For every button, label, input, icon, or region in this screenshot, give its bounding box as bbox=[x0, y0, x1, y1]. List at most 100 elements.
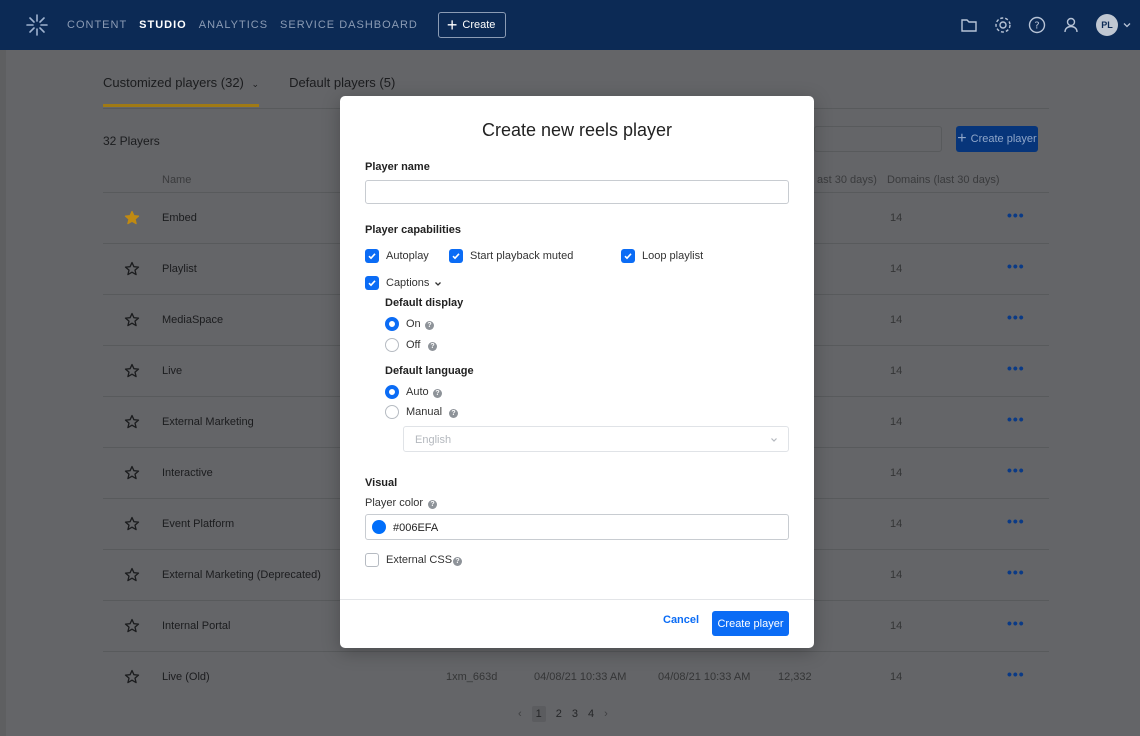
autoplay-checkbox[interactable] bbox=[365, 249, 379, 263]
help-icon[interactable]: ? bbox=[433, 389, 442, 398]
create-button[interactable]: + Create bbox=[437, 12, 507, 38]
column-header-domains[interactable]: Domains (last 30 days) bbox=[887, 174, 1000, 186]
more-actions-icon[interactable]: ••• bbox=[1007, 615, 1025, 631]
player-color-field[interactable]: #006EFA bbox=[365, 514, 789, 540]
create-player-label: Create player bbox=[970, 133, 1037, 145]
more-actions-icon[interactable]: ••• bbox=[1007, 411, 1025, 427]
players-count: 32 Players bbox=[103, 134, 160, 148]
player-name[interactable]: Playlist bbox=[162, 263, 197, 275]
visual-section-label: Visual bbox=[365, 477, 398, 489]
updated-date: 04/08/21 10:33 AM bbox=[658, 671, 751, 683]
player-name[interactable]: External Marketing (Deprecated) bbox=[162, 569, 321, 581]
domains-count: 14 bbox=[890, 569, 903, 581]
help-icon[interactable]: ? bbox=[1028, 16, 1046, 34]
external-css-checkbox[interactable] bbox=[365, 553, 379, 567]
more-actions-icon[interactable]: ••• bbox=[1007, 207, 1025, 223]
user-icon[interactable] bbox=[1062, 16, 1080, 34]
star-icon[interactable] bbox=[124, 465, 140, 481]
pagination-page-2[interactable]: 2 bbox=[556, 708, 562, 720]
star-icon[interactable] bbox=[124, 210, 140, 226]
pagination-page-4[interactable]: 4 bbox=[588, 708, 594, 720]
display-off-label[interactable]: Off bbox=[406, 339, 420, 351]
player-name[interactable]: Embed bbox=[162, 212, 197, 224]
language-manual-label[interactable]: Manual bbox=[406, 406, 442, 418]
more-actions-icon[interactable]: ••• bbox=[1007, 258, 1025, 274]
star-icon[interactable] bbox=[124, 516, 140, 532]
external-css-label[interactable]: External CSS bbox=[386, 554, 452, 566]
pagination-next[interactable]: › bbox=[604, 708, 608, 720]
gear-icon[interactable] bbox=[994, 16, 1012, 34]
player-name[interactable]: Live bbox=[162, 365, 182, 377]
star-icon[interactable] bbox=[124, 414, 140, 430]
player-name-input[interactable] bbox=[365, 180, 789, 204]
create-player-submit-button[interactable]: Create player bbox=[712, 611, 789, 636]
column-header-name[interactable]: Name bbox=[162, 174, 191, 186]
help-icon[interactable]: ? bbox=[453, 557, 462, 566]
player-name[interactable]: Event Platform bbox=[162, 518, 234, 530]
help-icon[interactable]: ? bbox=[449, 409, 458, 418]
display-off-radio[interactable] bbox=[385, 338, 399, 352]
nav-analytics[interactable]: ANALYTICS bbox=[199, 19, 268, 31]
create-player-button[interactable]: + Create player bbox=[956, 126, 1038, 152]
star-icon[interactable] bbox=[124, 261, 140, 277]
player-name[interactable]: External Marketing bbox=[162, 416, 254, 428]
star-icon[interactable] bbox=[124, 363, 140, 379]
plus-icon: + bbox=[957, 130, 967, 147]
star-icon[interactable] bbox=[124, 312, 140, 328]
help-icon[interactable]: ? bbox=[428, 342, 437, 351]
nav-studio[interactable]: STUDIO bbox=[139, 19, 187, 31]
player-name[interactable]: MediaSpace bbox=[162, 314, 223, 326]
check-icon bbox=[368, 253, 376, 260]
player-name[interactable]: Internal Portal bbox=[162, 620, 230, 632]
chevron-down-icon bbox=[771, 438, 777, 442]
chevron-down-icon[interactable] bbox=[434, 280, 442, 288]
folder-icon[interactable] bbox=[960, 16, 978, 34]
more-actions-icon[interactable]: ••• bbox=[1007, 513, 1025, 529]
more-actions-icon[interactable]: ••• bbox=[1007, 309, 1025, 325]
avatar[interactable]: PL bbox=[1096, 14, 1118, 36]
player-name[interactable]: Live (Old) bbox=[162, 671, 210, 683]
loop-playlist-checkbox[interactable] bbox=[621, 249, 635, 263]
more-actions-icon[interactable]: ••• bbox=[1007, 360, 1025, 376]
tab-customized-players[interactable]: Customized players (32) ⌄ bbox=[103, 75, 260, 107]
domains-count: 14 bbox=[890, 518, 903, 530]
star-icon[interactable] bbox=[124, 618, 140, 634]
help-icon[interactable]: ? bbox=[425, 321, 434, 330]
more-actions-icon[interactable]: ••• bbox=[1007, 564, 1025, 580]
pagination-page-1[interactable]: 1 bbox=[531, 706, 546, 722]
column-header-partial[interactable]: ast 30 days) bbox=[817, 174, 877, 186]
captions-label[interactable]: Captions bbox=[386, 277, 429, 289]
nav-content[interactable]: CONTENT bbox=[67, 19, 127, 31]
captions-checkbox[interactable] bbox=[365, 276, 379, 290]
cancel-button[interactable]: Cancel bbox=[663, 614, 699, 626]
loop-playlist-label[interactable]: Loop playlist bbox=[642, 250, 703, 262]
more-actions-icon[interactable]: ••• bbox=[1007, 666, 1025, 682]
star-icon[interactable] bbox=[124, 669, 140, 685]
language-auto-label[interactable]: Auto bbox=[406, 386, 429, 398]
kaltura-logo-icon[interactable] bbox=[25, 13, 49, 37]
star-icon[interactable] bbox=[124, 567, 140, 583]
player-color-value: #006EFA bbox=[393, 522, 439, 534]
pagination-prev[interactable]: ‹ bbox=[518, 708, 522, 720]
display-on-label[interactable]: On bbox=[406, 318, 421, 330]
start-muted-checkbox[interactable] bbox=[449, 249, 463, 263]
language-select[interactable]: English bbox=[403, 426, 789, 452]
autoplay-label[interactable]: Autoplay bbox=[386, 250, 429, 262]
table-row[interactable]: Live (Old) 1xm_663d 04/08/21 10:33 AM 04/08… bbox=[103, 651, 1049, 702]
player-name[interactable]: Interactive bbox=[162, 467, 213, 479]
chevron-down-icon[interactable] bbox=[1122, 20, 1132, 30]
pagination-page-3[interactable]: 3 bbox=[572, 708, 578, 720]
color-swatch[interactable] bbox=[372, 520, 386, 534]
more-actions-icon[interactable]: ••• bbox=[1007, 462, 1025, 478]
start-muted-label[interactable]: Start playback muted bbox=[470, 250, 573, 262]
display-on-radio[interactable] bbox=[385, 317, 399, 331]
top-navigation-bar: CONTENT STUDIO ANALYTICS SERVICE DASHBOA… bbox=[0, 0, 1140, 50]
nav-service-dashboard[interactable]: SERVICE DASHBOARD bbox=[280, 19, 418, 31]
help-icon[interactable]: ? bbox=[428, 500, 437, 509]
search-input[interactable] bbox=[814, 126, 942, 152]
language-manual-radio[interactable] bbox=[385, 405, 399, 419]
domains-count: 14 bbox=[890, 263, 903, 275]
domains-count: 14 bbox=[890, 314, 903, 326]
domains-count: 14 bbox=[890, 671, 903, 683]
language-auto-radio[interactable] bbox=[385, 385, 399, 399]
